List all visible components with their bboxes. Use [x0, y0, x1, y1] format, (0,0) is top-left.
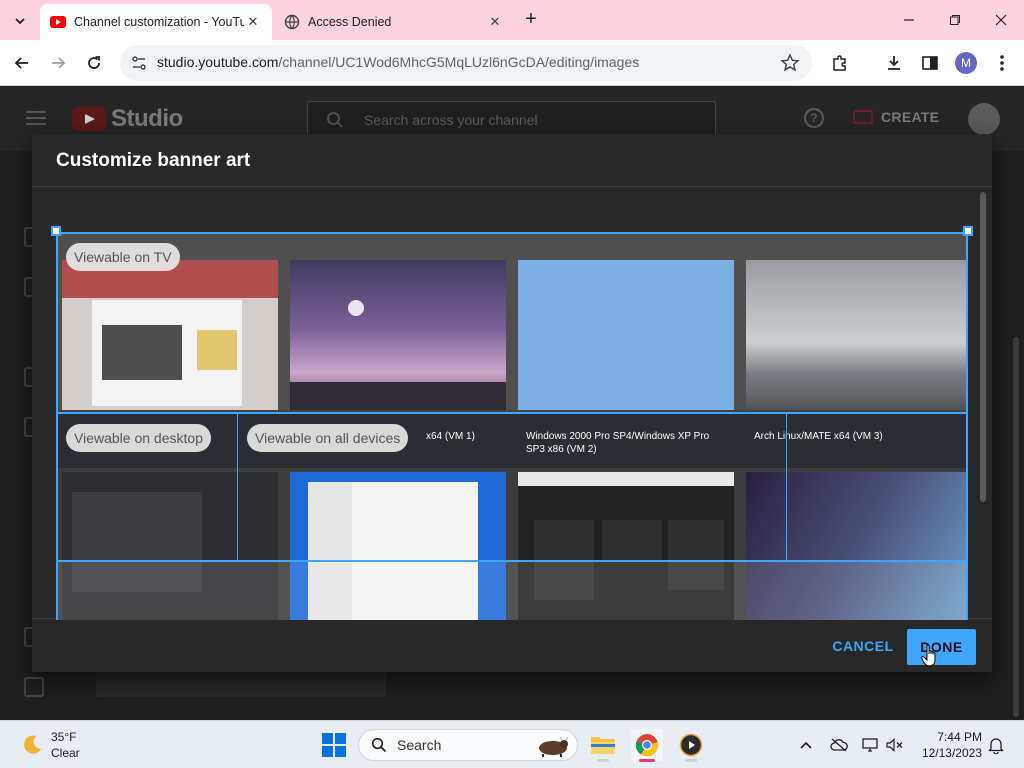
bell-icon: [988, 738, 1004, 754]
file-explorer-button[interactable]: [587, 729, 619, 762]
crop-handle-top-left[interactable]: [51, 226, 61, 236]
video-camera-icon: [853, 110, 873, 124]
create-button[interactable]: CREATE: [853, 109, 939, 125]
close-icon: [995, 14, 1007, 26]
tab-channel-customization[interactable]: Channel customization - YouTube ✕: [40, 4, 272, 40]
page-scrollbar[interactable]: [1013, 337, 1019, 717]
site-settings-icon[interactable]: [130, 54, 148, 72]
tab-title: Access Denied: [308, 15, 392, 29]
clock-time[interactable]: 7:44 PM: [934, 730, 982, 744]
tv-only-overlay: [56, 562, 968, 620]
tab-title: Channel customization - YouTube: [74, 15, 244, 29]
dialog-title: Customize banner art: [56, 150, 251, 171]
volume-tray-button[interactable]: [885, 735, 905, 755]
tab-strip: Channel customization - YouTube ✕ Access…: [0, 0, 1024, 40]
tab-close-icon[interactable]: ✕: [486, 13, 504, 31]
restore-icon: [950, 15, 960, 25]
display-tray-button[interactable]: [860, 735, 880, 755]
minimize-button[interactable]: [895, 8, 923, 32]
url-text: studio.youtube.com/channel/UC1Wod6MhcG5M…: [157, 54, 639, 70]
minimize-icon: [904, 19, 914, 21]
chrome-taskbar-button[interactable]: [631, 729, 663, 762]
studio-brand: Studio: [111, 105, 183, 132]
download-icon: [888, 56, 900, 70]
moon-icon[interactable]: [20, 733, 44, 757]
windows-taskbar: 35°F Clear Search 7:44 PM 12/13/2023: [0, 720, 1024, 768]
reload-button[interactable]: [80, 49, 108, 77]
profile-avatar[interactable]: M: [955, 52, 977, 74]
close-window-button[interactable]: [987, 8, 1015, 32]
restore-button[interactable]: [941, 8, 969, 32]
reload-icon: [88, 56, 100, 69]
hand-cursor-icon: [921, 644, 936, 667]
feedback-icon[interactable]: [24, 677, 44, 697]
show-hidden-icons-button[interactable]: [796, 735, 816, 755]
help-icon[interactable]: ?: [804, 108, 824, 128]
tv-zone-label: Viewable on TV: [66, 243, 180, 271]
extensions-button[interactable]: [826, 49, 854, 77]
speaker-muted-icon: [886, 738, 903, 752]
globe-icon: [284, 14, 300, 30]
media-controls: [96, 671, 386, 697]
more-vertical-icon: [1000, 55, 1004, 71]
forward-button[interactable]: [44, 49, 72, 77]
app-indicator: [685, 759, 697, 762]
done-button[interactable]: DONE: [907, 629, 976, 665]
folder-icon: [591, 737, 615, 754]
start-button[interactable]: [322, 733, 346, 757]
taskbar-search-label: Search: [397, 737, 442, 753]
taskbar-search[interactable]: Search: [358, 729, 578, 761]
search-icon: [327, 112, 343, 128]
tab-close-icon[interactable]: ✕: [244, 13, 262, 31]
tab-search-button[interactable]: [8, 9, 32, 33]
play-circle-icon: [679, 733, 703, 757]
notifications-button[interactable]: [986, 735, 1006, 755]
monitor-icon: [862, 738, 878, 752]
clock-date[interactable]: 12/13/2023: [916, 746, 982, 760]
url-path: /channel/UC1Wod6MhcG5MqLUzl6nGcDA/editin…: [278, 54, 640, 70]
divider: [32, 186, 992, 187]
search-highlight-image: [539, 736, 569, 757]
studio-search-input[interactable]: Search across your channel: [307, 101, 716, 137]
chevron-down-icon: [15, 18, 25, 25]
dialog-scrollbar[interactable]: [980, 192, 986, 502]
url-host: studio.youtube.com: [157, 54, 279, 70]
cloud-offline-icon: [830, 738, 848, 752]
browser-toolbar: studio.youtube.com/channel/UC1Wod6MhcG5M…: [0, 40, 1024, 86]
channel-avatar[interactable]: [968, 103, 1000, 135]
crop-handle-top-right[interactable]: [963, 226, 973, 236]
side-panel-button[interactable]: [916, 49, 944, 77]
youtube-favicon-icon: [50, 16, 66, 28]
back-button[interactable]: [8, 49, 36, 77]
studio-search-placeholder: Search across your channel: [364, 112, 538, 128]
active-app-indicator: [639, 759, 655, 762]
create-label: CREATE: [881, 109, 940, 125]
youtube-logo-icon[interactable]: [72, 107, 106, 131]
desktop-zone-label: Viewable on desktop: [66, 424, 211, 452]
arrow-left-icon: [14, 57, 28, 69]
app-indicator: [597, 759, 609, 762]
new-tab-button[interactable]: +: [520, 9, 542, 31]
all-devices-zone-label: Viewable on all devices: [247, 424, 409, 452]
browser-menu-button[interactable]: [988, 49, 1016, 77]
chrome-icon: [635, 734, 659, 757]
downloads-button[interactable]: [880, 49, 908, 77]
bookmark-star-icon[interactable]: [780, 53, 800, 73]
arrow-right-icon: [52, 57, 66, 69]
tab-access-denied[interactable]: Access Denied ✕: [274, 4, 514, 40]
media-player-button[interactable]: [675, 729, 707, 762]
weather-condition: Clear: [51, 746, 80, 760]
weather-temperature: 35°F: [51, 730, 77, 744]
tv-only-overlay: [56, 232, 968, 412]
menu-icon[interactable]: [26, 111, 46, 125]
side-panel-icon: [922, 56, 938, 70]
network-tray-button[interactable]: [829, 735, 849, 755]
cancel-button[interactable]: CANCEL: [828, 629, 898, 663]
search-icon: [371, 737, 387, 753]
chevron-up-icon: [800, 741, 812, 749]
address-bar[interactable]: studio.youtube.com/channel/UC1Wod6MhcG5M…: [120, 45, 812, 81]
puzzle-icon: [833, 55, 846, 71]
